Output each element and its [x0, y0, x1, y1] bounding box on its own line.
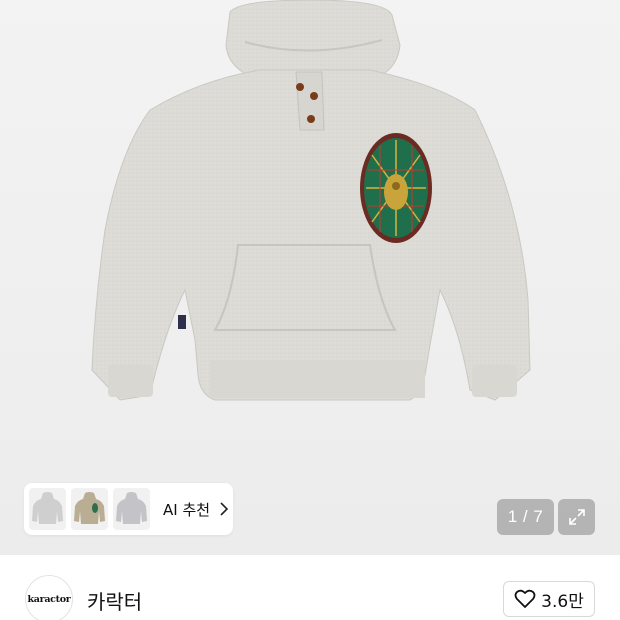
hoodie-thumb-icon — [32, 492, 63, 524]
heart-icon — [514, 589, 536, 608]
expand-icon — [568, 509, 585, 525]
page-indicator: 1 / 7 — [497, 499, 554, 535]
hoodie-thumb-icon — [74, 492, 105, 524]
ai-recommend-card[interactable]: AI 추천 — [24, 483, 233, 535]
hoodie-thumb-icon — [116, 492, 147, 524]
product-image-gallery[interactable]: AI 추천 1 / 7 — [0, 0, 620, 555]
brand-logo[interactable]: karactor — [25, 575, 73, 620]
like-button[interactable]: 3.6만 — [503, 581, 595, 617]
brand-logo-text: karactor — [27, 593, 71, 605]
ai-recommend-label: AI 추천 — [163, 500, 211, 519]
ai-thumb-grey-hoodie-2[interactable] — [113, 488, 150, 530]
ai-thumb-beige-hoodie[interactable] — [71, 488, 108, 530]
brand-name[interactable]: 카락터 — [87, 586, 142, 615]
chevron-right-icon — [220, 502, 229, 516]
product-image — [91, 0, 531, 401]
expand-image-button[interactable] — [558, 499, 595, 535]
like-count: 3.6만 — [541, 591, 584, 612]
ai-thumb-grey-hoodie[interactable] — [29, 488, 66, 530]
